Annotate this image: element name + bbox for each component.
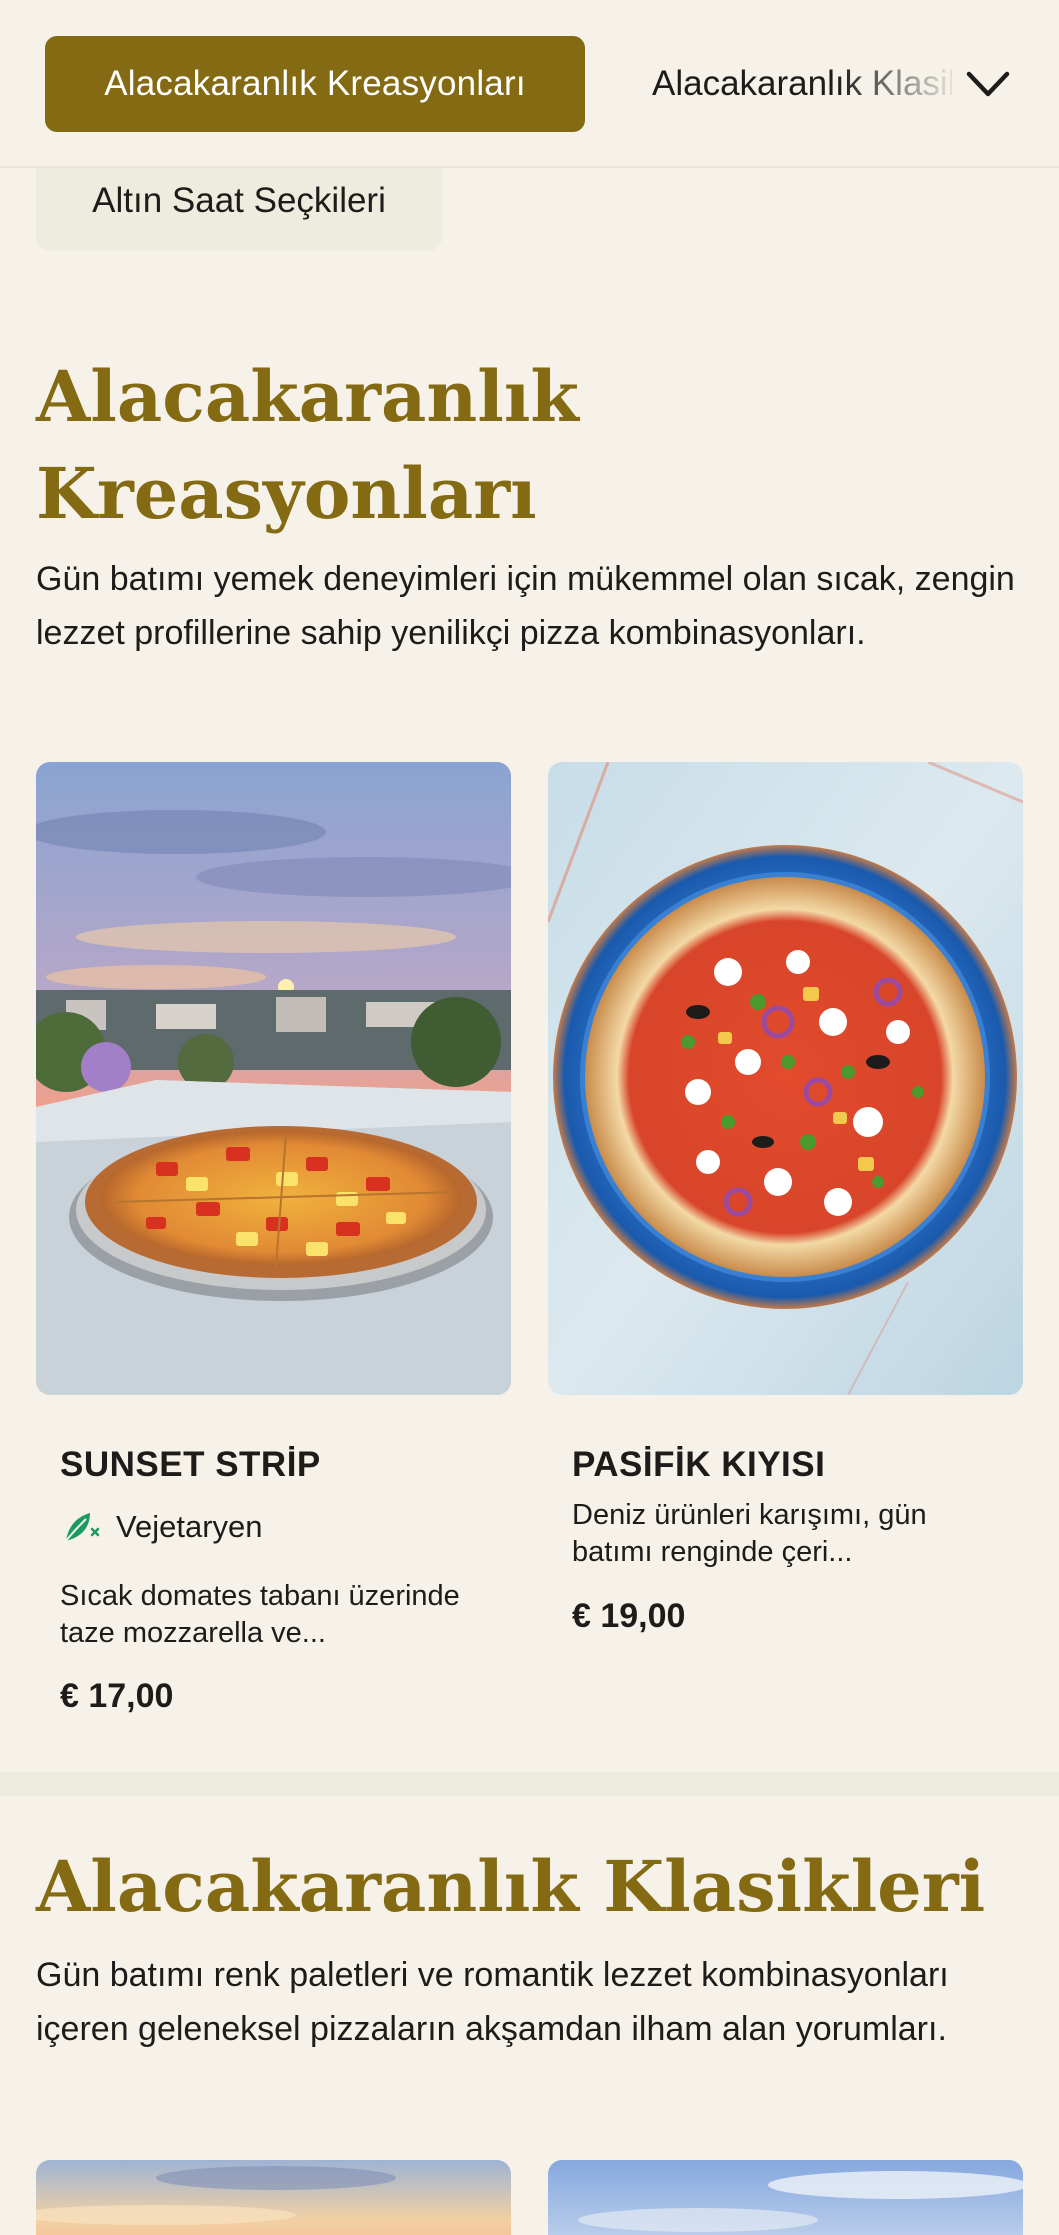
menu-item-image[interactable]	[548, 2160, 1023, 2235]
menu-item-description: Deniz ürünleri karışımı, gün batımı reng…	[572, 1499, 927, 1568]
category-tab-active[interactable]: Alacakaranlık Kreasyonları	[45, 36, 585, 132]
dietary-tag: Vejetaryen	[60, 1505, 263, 1549]
dietary-tag-label: Vejetaryen	[116, 1509, 263, 1544]
leaf-vegetarian-icon	[65, 1513, 100, 1542]
menu-item-image-pasifik-kiyisi[interactable]	[548, 762, 1023, 1395]
section-title: Alacakaranlık Klasikleri	[36, 1845, 986, 1928]
section-description: Gün batımı yemek deneyimleri için mükemm…	[36, 560, 1015, 652]
menu-item-price: € 19,00	[572, 1597, 686, 1635]
category-tab-next[interactable]: Alacakaranlık Klasikleri	[652, 36, 952, 132]
section-description: Gün batımı renk paletleri ve romantik le…	[36, 1956, 949, 2048]
section-title: Alacakaranlık Kreasyonları	[36, 355, 579, 535]
menu-item-name[interactable]: PASİFİK KIYISI	[572, 1445, 825, 1485]
menu-item-image[interactable]	[36, 2160, 511, 2235]
menu-item-description: Sıcak domates tabanı üzerinde taze mozza…	[60, 1580, 460, 1649]
section-divider	[0, 1772, 1059, 1796]
menu-item-price: € 17,00	[60, 1677, 174, 1715]
chevron-down-icon[interactable]	[962, 58, 1014, 110]
menu-item-image-sunset-strip[interactable]	[36, 762, 511, 1395]
category-nav-bar: Alacakaranlık Kreasyonları Alacakaranlık…	[0, 0, 1059, 168]
menu-item-name[interactable]: SUNSET STRİP	[60, 1445, 321, 1485]
